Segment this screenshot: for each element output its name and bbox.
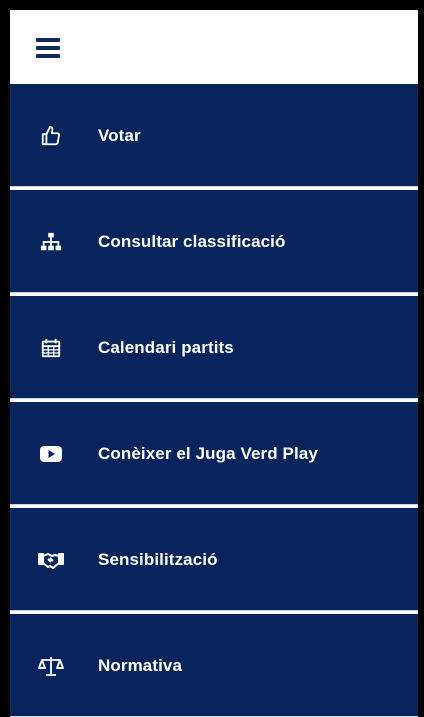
menu-item-normativa[interactable]: Normativa [10, 614, 418, 717]
app-window: Votar Consultar classificació Calendari … [0, 0, 424, 717]
menu-item-coneixer-juga-verd-play[interactable]: Conèixer el Juga Verd Play [10, 402, 418, 505]
menu-item-label: Calendari partits [98, 337, 234, 357]
menu-item-label: Conèixer el Juga Verd Play [98, 443, 318, 463]
calendar-icon [38, 335, 64, 361]
side-menu: Votar Consultar classificació Calendari … [10, 84, 418, 717]
top-bar [10, 10, 418, 84]
hamburger-line [36, 46, 60, 50]
handshake-icon [38, 547, 64, 573]
hamburger-line [36, 38, 60, 42]
menu-item-calendari-partits[interactable]: Calendari partits [10, 296, 418, 399]
menu-item-sensibilitzacio[interactable]: Sensibilització [10, 508, 418, 611]
menu-item-label: Consultar classificació [98, 231, 286, 251]
menu-item-consultar-classificacio[interactable]: Consultar classificació [10, 190, 418, 293]
sitemap-icon [38, 229, 64, 255]
menu-item-label: Normativa [98, 655, 183, 675]
thumbs-up-icon [38, 123, 64, 149]
menu-item-votar[interactable]: Votar [10, 84, 418, 187]
menu-item-label: Sensibilització [98, 549, 218, 569]
balance-scale-icon [38, 653, 64, 679]
hamburger-menu-icon[interactable] [36, 38, 60, 58]
menu-item-label: Votar [98, 125, 141, 145]
hamburger-line [36, 54, 60, 58]
youtube-play-icon [38, 441, 64, 467]
